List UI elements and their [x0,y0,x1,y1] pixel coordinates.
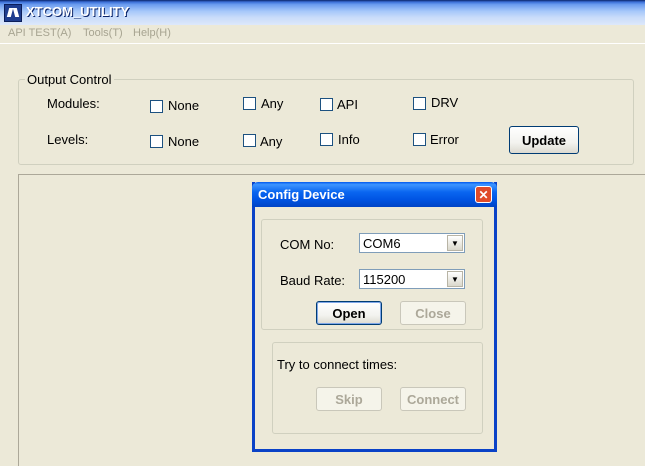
module-any-label: Any [261,96,284,111]
module-api-checkbox[interactable] [320,98,333,111]
level-any-checkbox[interactable] [243,134,256,147]
level-any-label: Any [260,134,283,149]
menu-bar: API TEST(A) Tools(T) Help(H) [0,25,645,44]
connect-button[interactable]: Connect [400,387,466,411]
module-api-label: API [337,97,358,112]
menu-api-test[interactable]: API TEST(A) [8,27,71,39]
dialog-titlebar[interactable]: Config Device ✕ [252,182,497,207]
chevron-down-icon[interactable]: ▼ [447,235,463,251]
update-button[interactable]: Update [509,126,579,154]
window-titlebar[interactable]: XTCOM_UTILITY [0,0,645,25]
open-button[interactable]: Open [316,301,382,325]
skip-button[interactable]: Skip [316,387,382,411]
module-drv-checkbox[interactable] [413,97,426,110]
module-drv-label: DRV [431,95,459,110]
module-any-checkbox[interactable] [243,97,256,110]
window-title: XTCOM_UTILITY [26,4,130,19]
baud-rate-select[interactable]: 115200 ▼ [359,269,465,289]
level-info-checkbox[interactable] [320,133,333,146]
module-none-checkbox[interactable] [150,100,163,113]
chevron-down-icon[interactable]: ▼ [447,271,463,287]
connect-prompt: Try to connect times: [277,357,398,372]
app-icon [4,4,22,22]
baud-rate-value: 115200 [363,272,406,287]
com-no-label: COM No: [280,237,335,252]
modules-label: Modules: [47,96,100,111]
level-error-label: Error [430,132,459,147]
com-no-select[interactable]: COM6 ▼ [359,233,465,253]
com-no-value: COM6 [363,236,401,251]
level-none-checkbox[interactable] [150,135,163,148]
level-info-label: Info [338,132,360,147]
level-none-label: None [168,134,200,149]
menu-tools[interactable]: Tools(T) [83,27,123,39]
dialog-title: Config Device [258,187,345,202]
levels-label: Levels: [47,132,89,147]
baud-rate-label: Baud Rate: [280,273,346,288]
level-error-checkbox[interactable] [413,133,426,146]
output-control-legend: Output Control [25,72,114,87]
module-none-label: None [168,98,200,113]
menu-help[interactable]: Help(H) [133,27,171,39]
close-port-button[interactable]: Close [400,301,466,325]
dialog-close-icon[interactable]: ✕ [475,186,492,203]
config-device-dialog: Config Device ✕ COM No: COM6 ▼ Baud Rate… [252,182,497,452]
